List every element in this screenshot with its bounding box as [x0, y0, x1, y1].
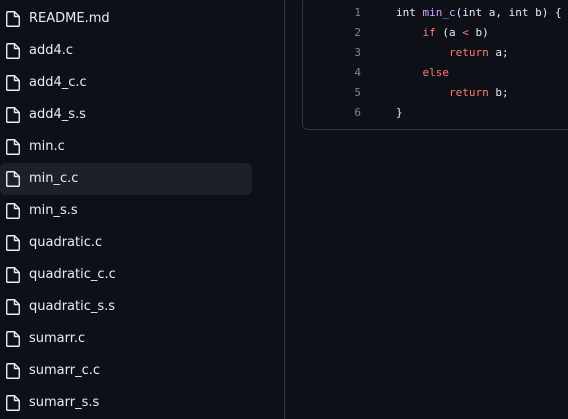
code-text: return a; [396, 43, 509, 63]
file-icon [6, 331, 20, 347]
file-tree-item[interactable]: min_s.s [0, 195, 252, 227]
file-tree-item[interactable]: add4_c.c [0, 67, 252, 99]
file-icon [6, 11, 20, 27]
line-number: 2 [354, 26, 361, 39]
code-token: return [448, 86, 489, 99]
file-tree-item[interactable]: sumarr_c.c [0, 355, 252, 387]
file-name: sumarr.c [29, 331, 86, 346]
file-icon [6, 363, 20, 379]
file-tree-item[interactable]: sumarr_s.s [0, 387, 252, 419]
file-tree-item[interactable]: add4.c [0, 35, 252, 67]
code-token: else [422, 66, 450, 79]
code-text: else [396, 63, 450, 83]
line-number: 5 [354, 86, 361, 99]
code-line: 2 if (a < b) [303, 23, 568, 43]
file-icon [6, 171, 20, 187]
line-number: 3 [354, 46, 361, 59]
file-name: sumarr_s.s [29, 395, 100, 410]
code-token: (int a, int b) { [455, 6, 562, 19]
file-name: quadratic.c [29, 235, 103, 250]
file-tree-item[interactable]: min.c [0, 131, 252, 163]
code-line: 6} [303, 103, 568, 123]
file-name: add4_c.c [29, 75, 87, 90]
line-number: 4 [354, 66, 361, 79]
code-token: a; [488, 46, 509, 59]
file-name: min_c.c [29, 171, 79, 186]
file-name: add4_s.s [29, 107, 86, 122]
file-name: add4.c [29, 43, 74, 58]
code-token: < [462, 26, 469, 39]
file-tree-item[interactable]: add4_s.s [0, 99, 252, 131]
file-icon [6, 299, 20, 315]
file-name: min_s.s [29, 203, 78, 218]
file-icon [6, 267, 20, 283]
code-token: (a [435, 26, 463, 39]
code-token: int [396, 6, 423, 19]
file-icon [6, 139, 20, 155]
code-token: b) [468, 26, 489, 39]
file-name: quadratic_s.s [29, 299, 116, 314]
file-name: README.md [29, 11, 110, 26]
file-name: quadratic_c.c [29, 267, 116, 282]
code-token: b; [488, 86, 509, 99]
line-number: 1 [354, 6, 361, 19]
code-token: min_c [422, 6, 456, 19]
code-text: } [396, 103, 403, 123]
file-tree: README.md add4.c add4_c.c add4_s.s min.c min_… [0, 0, 285, 419]
file-name: min.c [29, 139, 65, 154]
file-tree-item[interactable]: README.md [0, 3, 252, 35]
code-text: if (a < b) [396, 23, 489, 43]
code-token: return [448, 46, 489, 59]
code-line: 4 else [303, 63, 568, 83]
code-line: 5 return b; [303, 83, 568, 103]
file-tree-item[interactable]: quadratic_c.c [0, 259, 252, 291]
code-token: if [422, 26, 436, 39]
code-line: 3 return a; [303, 43, 568, 63]
file-tree-item[interactable]: quadratic_s.s [0, 291, 252, 323]
file-icon [6, 43, 20, 59]
line-number: 6 [354, 106, 361, 119]
code-viewer: 1 int min_c(int a, int b) {2 if (a < b) 3 … [302, 0, 568, 130]
code-text: return b; [396, 83, 509, 103]
file-icon [6, 235, 20, 251]
file-icon [6, 107, 20, 123]
file-icon [6, 395, 20, 411]
code-text: int min_c(int a, int b) { [396, 3, 562, 23]
code-line: 1 int min_c(int a, int b) { [303, 3, 568, 23]
file-tree-item[interactable]: quadratic.c [0, 227, 252, 259]
file-icon [6, 75, 20, 91]
code-token: } [396, 106, 403, 119]
file-icon [6, 203, 20, 219]
file-tree-item[interactable]: sumarr.c [0, 323, 252, 355]
file-name: sumarr_c.c [29, 363, 101, 378]
file-tree-item[interactable]: min_c.c [0, 163, 252, 195]
